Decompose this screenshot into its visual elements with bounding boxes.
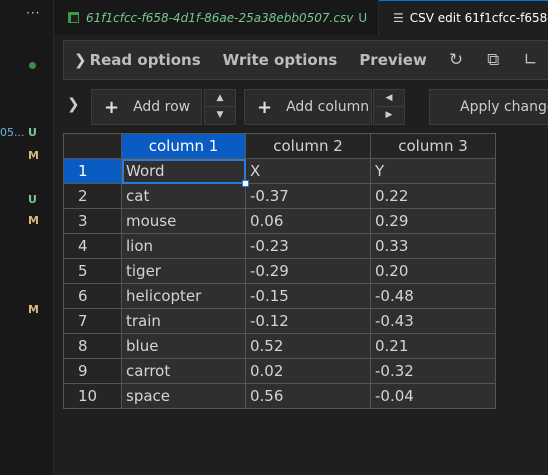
git-status-untracked: U (28, 126, 37, 139)
row-header[interactable]: 1 (63, 158, 122, 184)
caret-up-icon[interactable]: ▲ (205, 90, 235, 107)
editor-tab-bar: 61f1cfcc-f658-4d1f-86ae-25a38ebb0507.csv… (54, 0, 548, 35)
grid-cell[interactable]: -0.32 (370, 358, 496, 384)
git-status-untracked: U (28, 193, 37, 206)
corner-cell[interactable] (63, 133, 122, 159)
grid-cell[interactable]: 0.06 (245, 208, 371, 234)
column-header[interactable]: column 1 (121, 133, 246, 159)
column-stepper[interactable]: ◀ ▶ (373, 89, 405, 125)
table-row: 10 space 0.56 -0.04 (63, 383, 496, 409)
grid-cell[interactable]: carrot (121, 358, 246, 384)
grid-cell[interactable]: 0.29 (370, 208, 496, 234)
column-header[interactable]: column 2 (245, 133, 371, 159)
grid-cell[interactable]: 0.21 (370, 333, 496, 359)
grid-cell[interactable]: 0.02 (245, 358, 371, 384)
copy-icon[interactable]: ⧉ (487, 50, 499, 70)
more-actions-icon[interactable]: ··· (26, 6, 40, 20)
git-status-modified: M (28, 149, 39, 162)
row-stepper[interactable]: ▲ ▼ (204, 89, 236, 125)
grid-cell[interactable]: -0.12 (245, 308, 371, 334)
tab-csv-edit[interactable]: ☰ CSV edit 61f1cfcc-f658-4 (379, 0, 548, 35)
grid-cell-selected[interactable]: Word (121, 158, 249, 187)
csv-grid: column 1 column 2 column 3 1 Word X Y 2 … (63, 133, 496, 409)
column-header[interactable]: column 3 (370, 133, 496, 159)
table-row: 6 helicopter -0.15 -0.48 (63, 283, 496, 309)
table-row: 1 Word X Y (63, 158, 496, 187)
cell-text: Word (126, 162, 165, 180)
apply-changes-label: Apply changes (460, 99, 548, 115)
table-row: 2 cat -0.37 0.22 (63, 183, 496, 209)
grid-cell[interactable]: -0.43 (370, 308, 496, 334)
grid-cell[interactable]: space (121, 383, 246, 409)
grid-cell[interactable]: -0.15 (245, 283, 371, 309)
preview-icon: ☰ (393, 11, 404, 25)
row-header[interactable]: 4 (63, 233, 122, 259)
apply-changes-button[interactable]: Apply changes (429, 89, 548, 125)
tab-label: CSV edit 61f1cfcc-f658-4 (409, 11, 548, 25)
row-header[interactable]: 2 (63, 183, 122, 209)
grid-cell[interactable]: lion (121, 233, 246, 259)
add-row-label: Add row (133, 99, 191, 115)
tab-csv-file[interactable]: 61f1cfcc-f658-4d1f-86ae-25a38ebb0507.csv… (54, 0, 379, 35)
grid-cell[interactable]: X (245, 158, 371, 184)
caret-right-icon[interactable]: ▶ (374, 107, 404, 124)
git-status-badge: U (358, 10, 368, 25)
grid-cell[interactable]: -0.23 (245, 233, 371, 259)
status-dot-icon (29, 62, 36, 69)
row-header[interactable]: 3 (63, 208, 122, 234)
grid-cell[interactable]: -0.04 (370, 383, 496, 409)
explorer-strip: ··· 05... U M U M M (0, 0, 54, 475)
grid-cell[interactable]: -0.48 (370, 283, 496, 309)
grid-cell[interactable]: 0.20 (370, 258, 496, 284)
grid-cell[interactable]: -0.29 (245, 258, 371, 284)
caret-down-icon[interactable]: ▼ (205, 107, 235, 124)
table-row: 7 train -0.12 -0.43 (63, 308, 496, 334)
ruler-icon[interactable]: ∟ (523, 50, 537, 70)
caret-left-icon[interactable]: ◀ (374, 90, 404, 107)
grid-cell[interactable]: 0.22 (370, 183, 496, 209)
row-header[interactable]: 8 (63, 333, 122, 359)
options-bar: ❯ Read options Write options Preview ↻ ⧉… (63, 40, 548, 80)
plus-icon: + (104, 96, 120, 118)
file-name-fragment[interactable]: 05... (0, 126, 25, 139)
refresh-icon[interactable]: ↻ (449, 50, 463, 70)
plus-icon: + (257, 96, 273, 118)
header-row: column 1 column 2 column 3 (63, 133, 496, 159)
grid-cell[interactable]: train (121, 308, 246, 334)
git-status-modified: M (28, 214, 39, 227)
grid-cell[interactable]: blue (121, 333, 246, 359)
add-column-button[interactable]: + Add column (244, 89, 372, 125)
write-options-button[interactable]: Write options (223, 51, 338, 69)
row-header[interactable]: 9 (63, 358, 122, 384)
row-header[interactable]: 5 (63, 258, 122, 284)
grid-cell[interactable]: 0.33 (370, 233, 496, 259)
grid-cell[interactable]: Y (370, 158, 496, 184)
table-row: 5 tiger -0.29 0.20 (63, 258, 496, 284)
tab-label: 61f1cfcc-f658-4d1f-86ae-25a38ebb0507.csv (86, 10, 354, 25)
chevron-right-icon[interactable]: ❯ (67, 95, 80, 113)
edit-toolbar: ❯ + Add row ▲ ▼ + Add column ◀ ▶ Apply c… (63, 86, 548, 126)
fill-handle[interactable] (242, 180, 249, 187)
table-row: 4 lion -0.23 0.33 (63, 233, 496, 259)
read-options-button[interactable]: Read options (90, 51, 201, 69)
grid-cell[interactable]: 0.52 (245, 333, 371, 359)
table-row: 9 carrot 0.02 -0.32 (63, 358, 496, 384)
row-header[interactable]: 7 (63, 308, 122, 334)
grid-cell[interactable]: helicopter (121, 283, 246, 309)
spreadsheet-file-icon (68, 12, 79, 23)
grid-cell[interactable]: -0.37 (245, 183, 371, 209)
table-row: 3 mouse 0.06 0.29 (63, 208, 496, 234)
git-status-modified: M (28, 303, 39, 316)
preview-button[interactable]: Preview (359, 51, 427, 69)
row-header[interactable]: 10 (63, 383, 122, 409)
table-row: 8 blue 0.52 0.21 (63, 333, 496, 359)
grid-cell[interactable]: 0.56 (245, 383, 371, 409)
chevron-right-icon[interactable]: ❯ (74, 51, 87, 69)
grid-cell[interactable]: tiger (121, 258, 246, 284)
add-column-label: Add column (286, 99, 370, 115)
row-header[interactable]: 6 (63, 283, 122, 309)
add-row-button[interactable]: + Add row (91, 89, 202, 125)
grid-cell[interactable]: cat (121, 183, 246, 209)
grid-cell[interactable]: mouse (121, 208, 246, 234)
